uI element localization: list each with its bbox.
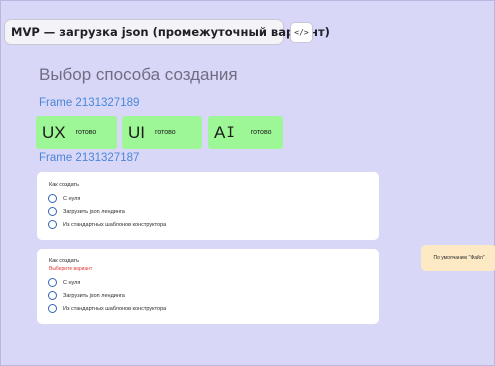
- option-label: С нуля: [63, 279, 81, 286]
- radio-unchecked-icon[interactable]: [48, 194, 57, 203]
- option-standard-templates[interactable]: Из стандартных шаблонов конструктора: [48, 220, 166, 229]
- option-standard-templates[interactable]: Из стандартных шаблонов конструктора: [48, 304, 166, 313]
- chip-ux-status: готово: [75, 129, 97, 136]
- chip-ai-label: A: [214, 122, 226, 142]
- page-title[interactable]: MVP — загрузка json (промежуточный вариа…: [4, 19, 330, 45]
- question-label: Как создать: [49, 182, 79, 188]
- option-upload-json[interactable]: Загрузить json лендинга: [48, 207, 125, 216]
- chip-ux[interactable]: UX готово: [36, 116, 117, 149]
- text-cursor-icon: I: [226, 124, 235, 141]
- chip-ui[interactable]: UI готово: [122, 116, 202, 149]
- code-view-button[interactable]: </>: [290, 22, 313, 43]
- option-label: Из стандартных шаблонов конструктора: [63, 305, 167, 312]
- frame-label-1[interactable]: Frame 2131327189: [39, 97, 139, 109]
- sticky-note[interactable]: По умолчанию "Файл": [421, 245, 495, 271]
- radio-unchecked-icon[interactable]: [48, 207, 57, 216]
- code-icon: </>: [294, 28, 309, 37]
- creation-method-card-error: Как создать Выберите вариант С нуля Загр…: [37, 249, 379, 324]
- radio-unchecked-icon[interactable]: [48, 278, 57, 287]
- option-from-scratch[interactable]: С нуля: [48, 278, 80, 287]
- section-heading: Выбор способа создания: [39, 65, 238, 84]
- frame-label-2[interactable]: Frame 2131327187: [39, 152, 139, 164]
- radio-unchecked-icon[interactable]: [48, 304, 57, 313]
- option-label: Загрузить json лендинга: [63, 292, 125, 299]
- question-label: Как создать: [49, 258, 79, 264]
- option-label: Загрузить json лендинга: [63, 208, 125, 215]
- chip-ux-label: UX: [42, 122, 66, 142]
- chip-ai[interactable]: AI готово: [208, 116, 283, 149]
- option-label: Из стандартных шаблонов конструктора: [63, 221, 167, 228]
- creation-method-card: Как создать С нуля Загрузить json лендин…: [37, 172, 379, 240]
- radio-unchecked-icon[interactable]: [48, 220, 57, 229]
- chip-ui-label: UI: [128, 122, 145, 142]
- canvas-frame: MVP — загрузка json (промежуточный вариа…: [0, 0, 495, 366]
- validation-error: Выберите вариант: [49, 266, 93, 272]
- radio-unchecked-icon[interactable]: [48, 291, 57, 300]
- chip-ui-status: готово: [155, 129, 176, 136]
- option-label: С нуля: [63, 195, 81, 202]
- option-from-scratch[interactable]: С нуля: [48, 194, 80, 203]
- option-upload-json[interactable]: Загрузить json лендинга: [48, 291, 125, 300]
- chip-ai-status: готово: [250, 129, 272, 136]
